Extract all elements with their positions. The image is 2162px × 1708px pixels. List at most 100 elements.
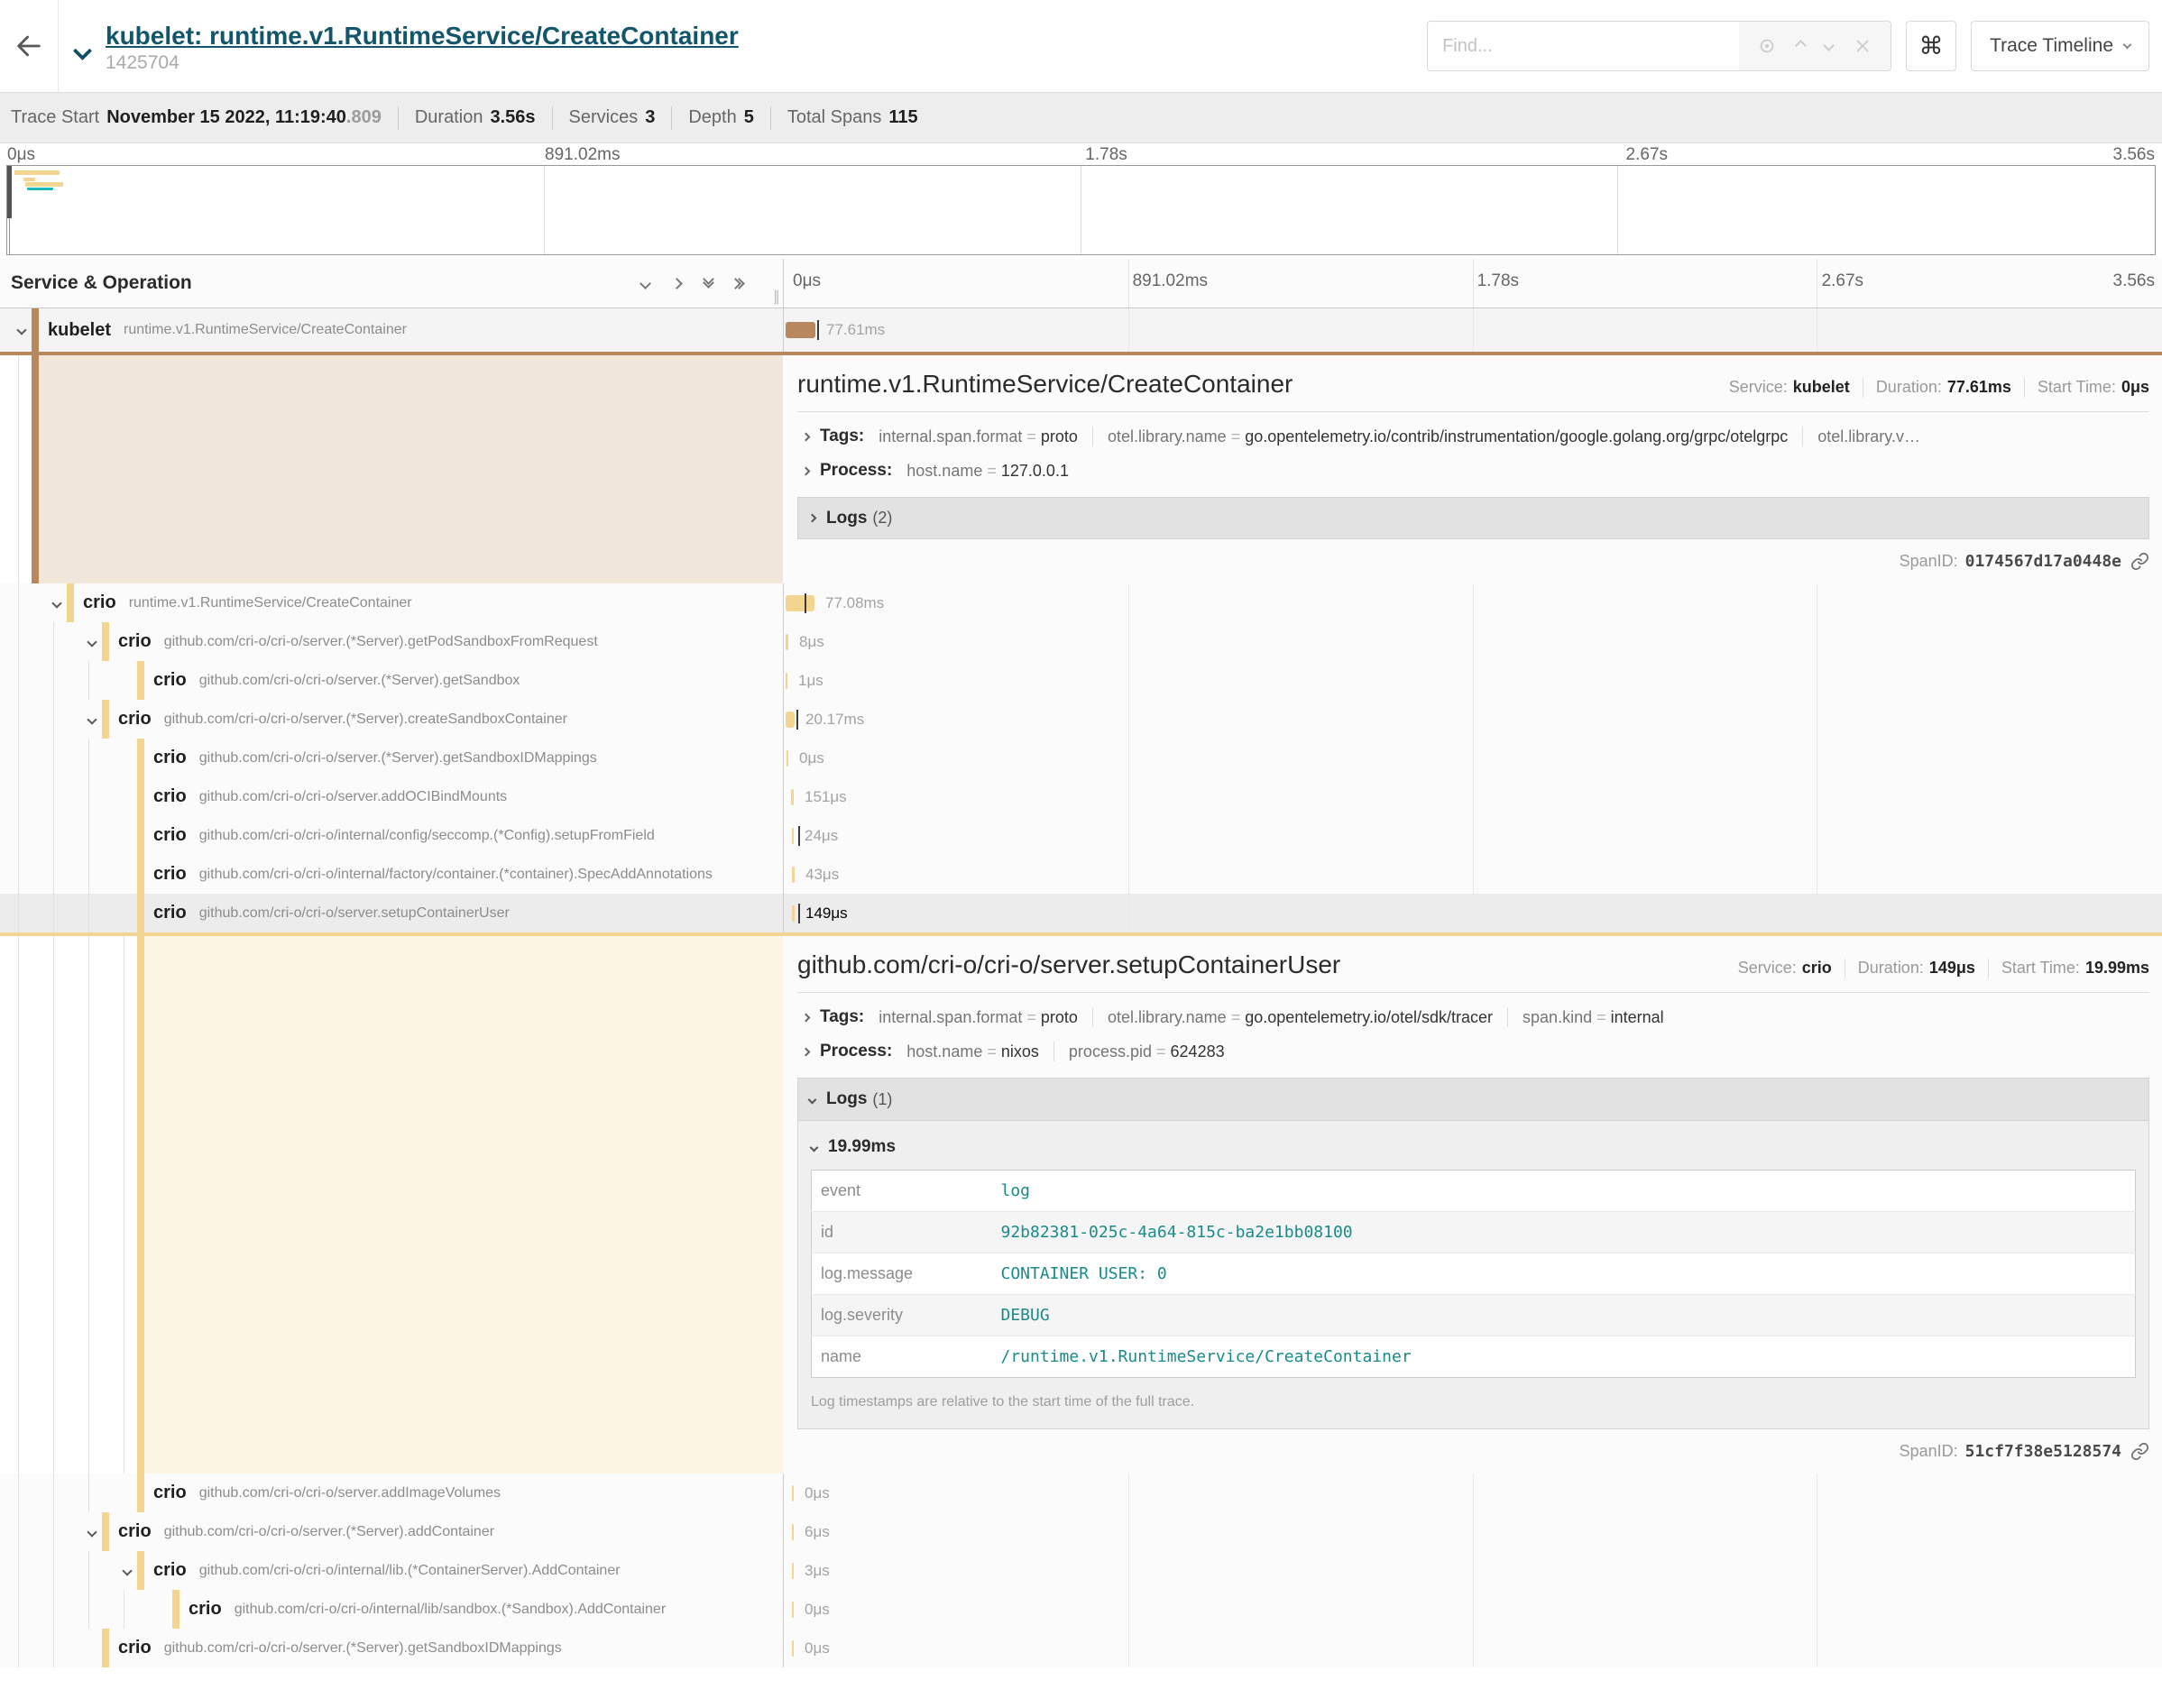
- log-fields-table: eventlogid92b82381-025c-4a64-815c-ba2e1b…: [811, 1170, 2136, 1378]
- span-timeline-cell[interactable]: 43μs: [783, 855, 2162, 894]
- span-timeline-cell[interactable]: 151μs: [783, 777, 2162, 816]
- span-row[interactable]: crio github.com/cri-o/cri-o/server.(*Ser…: [0, 661, 2162, 700]
- expander-icon[interactable]: [11, 326, 32, 334]
- span-operation: github.com/cri-o/cri-o/server.(*Server).…: [164, 634, 598, 650]
- clear-icon[interactable]: [1853, 36, 1872, 56]
- copy-link-icon[interactable]: [2130, 552, 2149, 571]
- find-input[interactable]: [1428, 22, 1739, 70]
- span-timeline-cell[interactable]: 24μs: [783, 816, 2162, 855]
- find-prev-icon[interactable]: [1797, 38, 1805, 54]
- timeline-bar[interactable]: [786, 673, 787, 689]
- process-accordion[interactable]: Process: host.name = nixos process.pid =…: [797, 1042, 2149, 1061]
- span-row[interactable]: crio github.com/cri-o/cri-o/server.(*Ser…: [0, 700, 2162, 739]
- log-timestamp-header[interactable]: 19.99ms: [811, 1137, 2136, 1157]
- indent-guides: [0, 308, 11, 352]
- span-service: crio: [118, 631, 152, 652]
- minimap-canvas[interactable]: [6, 165, 2156, 255]
- span-row[interactable]: crio github.com/cri-o/cri-o/server.addIm…: [0, 1474, 2162, 1512]
- span-timeline-cell[interactable]: 8μs: [783, 622, 2162, 661]
- expander-icon[interactable]: [81, 638, 102, 646]
- timeline-bar[interactable]: [792, 1563, 794, 1579]
- back-button[interactable]: [0, 0, 58, 92]
- duration-label: 0μs: [805, 1484, 830, 1502]
- timeline-bar[interactable]: [786, 712, 795, 728]
- timeline-bar[interactable]: [792, 867, 795, 883]
- timeline-bar[interactable]: [792, 1640, 794, 1657]
- copy-link-icon[interactable]: [2130, 1442, 2149, 1461]
- timeline-bar[interactable]: [792, 905, 795, 922]
- span-row[interactable]: crio github.com/cri-o/cri-o/internal/lib…: [0, 1590, 2162, 1629]
- view-selector-button[interactable]: Trace Timeline: [1971, 21, 2149, 71]
- span-timeline-cell[interactable]: 0μs: [783, 1590, 2162, 1629]
- trace-collapse-toggle[interactable]: [59, 35, 106, 58]
- collapse-all-icon[interactable]: [736, 280, 743, 288]
- trace-summary-bar: Trace StartNovember 15 2022, 11:19:40.80…: [0, 92, 2162, 143]
- span-timeline-cell[interactable]: 3μs: [783, 1551, 2162, 1590]
- column-resizer[interactable]: ∥: [773, 288, 781, 306]
- logs-header[interactable]: Logs(1): [798, 1079, 2148, 1121]
- minimap-drag-handle[interactable]: [7, 166, 12, 218]
- timeline-bar[interactable]: [792, 828, 794, 844]
- indent-guides: [0, 855, 116, 894]
- trace-title-link[interactable]: kubelet: runtime.v1.RuntimeService/Creat…: [106, 22, 739, 51]
- span-service: crio: [153, 864, 187, 885]
- span-row[interactable]: crio github.com/cri-o/cri-o/server.addOC…: [0, 777, 2162, 816]
- indent-guides: [0, 622, 81, 661]
- span-row[interactable]: crio github.com/cri-o/cri-o/internal/con…: [0, 816, 2162, 855]
- timeline-tick: [796, 710, 798, 730]
- timeline-bar[interactable]: [791, 789, 794, 805]
- span-timeline-cell[interactable]: 0μs: [783, 1629, 2162, 1667]
- span-timeline-cell[interactable]: 149μs: [783, 894, 2162, 932]
- process-accordion[interactable]: Process: host.name = 127.0.0.1: [797, 461, 2149, 481]
- span-timeline-cell[interactable]: 77.08ms: [783, 583, 2162, 622]
- timeline-bar[interactable]: [792, 1524, 794, 1540]
- span-operation: github.com/cri-o/cri-o/server.(*Server).…: [199, 750, 597, 767]
- timeline-bar[interactable]: [787, 750, 788, 767]
- span-service: crio: [189, 1599, 222, 1620]
- detail-meta: Service:kubelet Duration:77.61ms Start T…: [1729, 378, 2149, 398]
- span-timeline-cell[interactable]: 20.17ms: [783, 700, 2162, 739]
- expander-icon[interactable]: [81, 1529, 102, 1536]
- span-timeline-cell[interactable]: 6μs: [783, 1512, 2162, 1551]
- timeline-bar[interactable]: [786, 634, 788, 650]
- keyboard-shortcuts-button[interactable]: ⌘: [1906, 21, 1956, 71]
- find-next-icon[interactable]: [1825, 38, 1833, 54]
- span-row[interactable]: crio github.com/cri-o/cri-o/server.(*Ser…: [0, 739, 2162, 777]
- timeline-bar[interactable]: [792, 1602, 794, 1618]
- span-operation: runtime.v1.RuntimeService/CreateContaine…: [124, 322, 407, 338]
- span-row[interactable]: crio github.com/cri-o/cri-o/server.(*Ser…: [0, 622, 2162, 661]
- timeline-bar[interactable]: [786, 322, 815, 338]
- span-row[interactable]: crio github.com/cri-o/cri-o/server.(*Ser…: [0, 1629, 2162, 1667]
- span-timeline-cell[interactable]: 0μs: [783, 1474, 2162, 1512]
- detail-left-fill: [144, 936, 783, 1474]
- collapse-one-icon[interactable]: [673, 280, 681, 288]
- span-row[interactable]: crio github.com/cri-o/cri-o/server.(*Ser…: [0, 1512, 2162, 1551]
- expander-icon[interactable]: [116, 1567, 137, 1575]
- timeline-bar[interactable]: [786, 595, 814, 611]
- span-timeline-cell[interactable]: 0μs: [783, 739, 2162, 777]
- span-row[interactable]: crio runtime.v1.RuntimeService/CreateCon…: [0, 583, 2162, 622]
- tag-item: otel.library.name = go.opentelemetry.io/…: [1108, 1008, 1493, 1027]
- span-color-bar: [137, 894, 144, 932]
- span-row[interactable]: crio github.com/cri-o/cri-o/server.setup…: [0, 894, 2162, 932]
- tags-accordion[interactable]: Tags: internal.span.format = proto otel.…: [797, 1007, 2149, 1027]
- span-service: crio: [153, 748, 187, 768]
- timeline-bar[interactable]: [792, 1485, 794, 1501]
- span-row[interactable]: crio github.com/cri-o/cri-o/internal/lib…: [0, 1551, 2162, 1590]
- expand-all-icon[interactable]: [704, 280, 713, 287]
- span-color-bar: [137, 1551, 144, 1590]
- span-timeline-cell[interactable]: 1μs: [783, 661, 2162, 700]
- indent-guides: [0, 777, 116, 816]
- tags-accordion[interactable]: Tags: internal.span.format = proto otel.…: [797, 427, 2149, 446]
- expander-icon[interactable]: [46, 600, 67, 607]
- span-operation: github.com/cri-o/cri-o/server.(*Server).…: [164, 1640, 562, 1657]
- span-row[interactable]: kubelet runtime.v1.RuntimeService/Create…: [0, 308, 2162, 352]
- logs-header[interactable]: Logs(2): [797, 497, 2149, 539]
- span-color-bar: [137, 777, 144, 816]
- expand-one-icon[interactable]: [641, 280, 649, 288]
- span-timeline-cell[interactable]: 77.61ms: [783, 308, 2162, 352]
- span-row[interactable]: crio github.com/cri-o/cri-o/internal/fac…: [0, 855, 2162, 894]
- expander-icon[interactable]: [81, 716, 102, 723]
- duration-label: 24μs: [805, 827, 838, 845]
- locate-icon[interactable]: [1757, 36, 1777, 56]
